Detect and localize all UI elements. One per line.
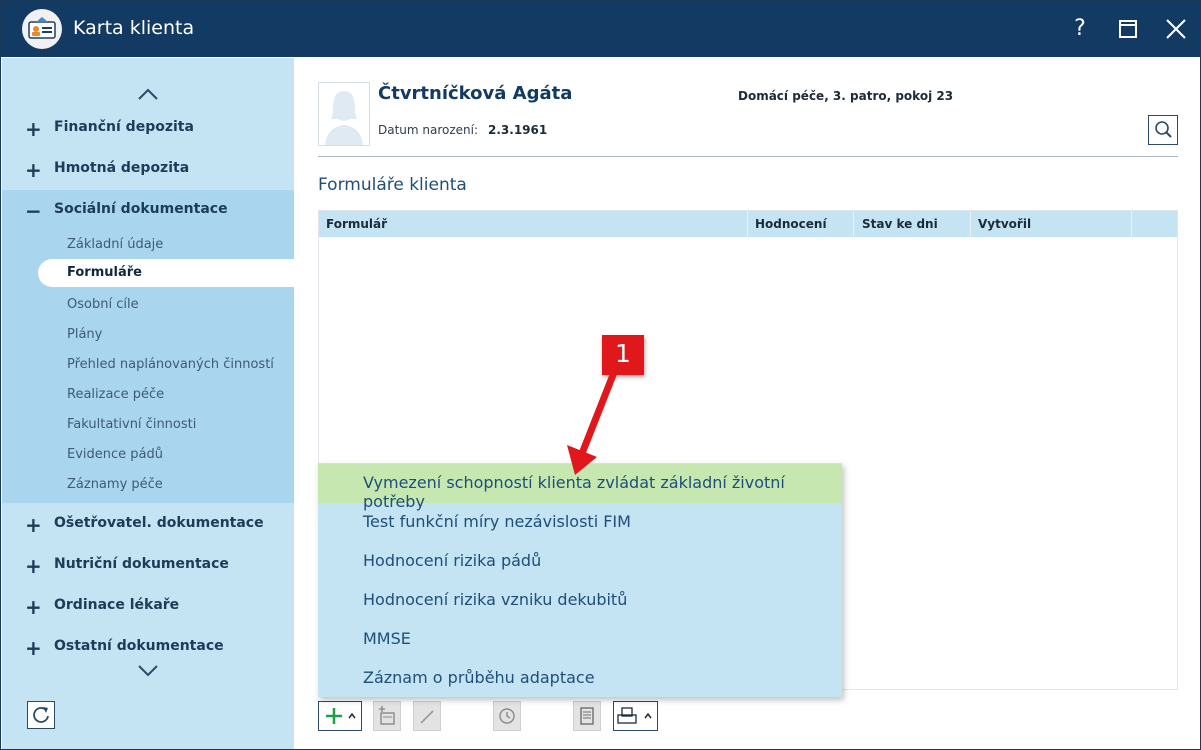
column-separator bbox=[1131, 211, 1132, 237]
column-header-formular[interactable]: Formulář bbox=[326, 217, 387, 231]
table-header: Formulář Hodnocení Stav ke dni Vytvořil bbox=[319, 211, 1177, 237]
title-bar: Karta klienta ? bbox=[1, 1, 1200, 57]
subitem-fakultativni-cinnosti[interactable]: Fakultativní činnosti bbox=[67, 417, 196, 432]
document-button[interactable] bbox=[573, 701, 601, 731]
sidebar-item-label: Nutriční dokumentace bbox=[54, 556, 229, 572]
step-callout: 1 bbox=[602, 335, 644, 375]
collapse-icon: − bbox=[25, 199, 42, 223]
app-logo-icon bbox=[22, 9, 62, 49]
sidebar-item-label: Hmotná depozita bbox=[54, 160, 190, 176]
edit-button[interactable] bbox=[413, 701, 441, 731]
menu-item-label: Záznam o průběhu adaptace bbox=[363, 668, 595, 687]
step-number: 1 bbox=[615, 339, 631, 368]
sidebar-item-label: Ošetřovatel. dokumentace bbox=[54, 515, 264, 531]
dob-label: Datum narození: bbox=[378, 123, 479, 137]
scroll-up-button[interactable] bbox=[136, 86, 160, 100]
subitem-plany[interactable]: Plány bbox=[67, 327, 102, 342]
pencil-icon bbox=[420, 710, 434, 724]
section-title: Formuláře klienta bbox=[318, 175, 467, 195]
scroll-down-button[interactable] bbox=[136, 663, 160, 677]
subitem-osobni-cile[interactable]: Osobní cíle bbox=[67, 297, 139, 312]
menu-item-label: Hodnocení rizika pádů bbox=[363, 551, 542, 570]
menu-item-label: MMSE bbox=[363, 629, 411, 648]
print-button[interactable] bbox=[613, 701, 658, 731]
refresh-icon bbox=[33, 707, 49, 723]
window-title: Karta klienta bbox=[73, 17, 195, 39]
chevron-down-icon bbox=[138, 665, 158, 677]
history-button[interactable] bbox=[493, 701, 521, 731]
expand-icon: + bbox=[25, 513, 42, 537]
sidebar: + Finanční depozita + Hmotná depozita − … bbox=[2, 58, 294, 749]
column-header-vytvoril[interactable]: Vytvořil bbox=[978, 217, 1031, 231]
add-form-button[interactable] bbox=[318, 701, 362, 731]
expand-icon: + bbox=[25, 636, 42, 660]
close-button[interactable] bbox=[1162, 15, 1190, 43]
column-separator bbox=[747, 211, 748, 237]
document-icon bbox=[580, 707, 594, 725]
expand-icon: + bbox=[25, 554, 42, 578]
subitem-zakladni-udaje[interactable]: Základní údaje bbox=[67, 237, 163, 252]
add-form-dropdown: Vymezení schopností klienta zvládat zákl… bbox=[318, 463, 842, 697]
sidebar-item-osetrovatel-dokumentace[interactable]: + Ošetřovatel. dokumentace bbox=[2, 504, 294, 544]
chevron-up-icon bbox=[138, 88, 158, 100]
maximize-button[interactable] bbox=[1114, 15, 1142, 43]
menu-item-riziko-dekubitu[interactable]: Hodnocení rizika vzniku dekubitů bbox=[318, 581, 842, 620]
maximize-icon bbox=[1119, 20, 1137, 38]
column-separator bbox=[853, 211, 854, 237]
subitem-prehled-cinnosti[interactable]: Přehled naplánovaných činností bbox=[67, 357, 274, 372]
menu-item-mmse[interactable]: MMSE bbox=[318, 620, 842, 659]
subitem-realizace-pece[interactable]: Realizace péče bbox=[67, 387, 164, 402]
sidebar-item-label: Ostatní dokumentace bbox=[54, 638, 224, 654]
header-divider bbox=[318, 156, 1178, 157]
client-location: Domácí péče, 3. patro, pokoj 23 bbox=[738, 89, 954, 103]
subitem-zaznamy-pece[interactable]: Záznamy péče bbox=[67, 477, 163, 492]
subitem-label: Formuláře bbox=[67, 265, 142, 280]
column-separator bbox=[970, 211, 971, 237]
close-icon bbox=[1166, 19, 1186, 39]
client-photo bbox=[318, 82, 370, 146]
subitem-formulare[interactable]: Formuláře bbox=[38, 259, 294, 287]
sidebar-item-socialni-dokumentace[interactable]: − Sociální dokumentace bbox=[2, 190, 294, 230]
history-icon bbox=[499, 708, 515, 724]
dob-value: 2.3.1961 bbox=[488, 123, 548, 137]
sidebar-item-financni-depozita[interactable]: + Finanční depozita bbox=[2, 108, 294, 148]
submenu-socialni-dokumentace: Základní údaje Formuláře Osobní cíle Plá… bbox=[2, 229, 294, 503]
sidebar-item-label: Ordinace lékaře bbox=[54, 597, 180, 613]
expand-icon: + bbox=[25, 158, 42, 182]
printer-dropdown-icon bbox=[617, 707, 652, 724]
expand-icon: + bbox=[25, 117, 42, 141]
sidebar-item-nutricni-dokumentace[interactable]: + Nutriční dokumentace bbox=[2, 545, 294, 585]
menu-item-label: Test funkční míry nezávislosti FIM bbox=[363, 512, 631, 531]
person-icon bbox=[325, 91, 363, 145]
annotation-arrow-icon bbox=[567, 371, 617, 475]
menu-item-riziko-padu[interactable]: Hodnocení rizika pádů bbox=[318, 542, 842, 581]
sidebar-item-label: Sociální dokumentace bbox=[54, 201, 228, 217]
column-header-stav[interactable]: Stav ke dni bbox=[862, 217, 938, 231]
sidebar-item-hmotna-depozita[interactable]: + Hmotná depozita bbox=[2, 149, 294, 189]
menu-item-zaznam-adaptace[interactable]: Záznam o průběhu adaptace bbox=[318, 659, 842, 698]
schedule-button[interactable] bbox=[373, 701, 401, 731]
menu-item-test-fim[interactable]: Test funkční míry nezávislosti FIM bbox=[318, 503, 842, 542]
search-icon bbox=[1155, 121, 1172, 138]
subitem-evidence-padu[interactable]: Evidence pádů bbox=[67, 447, 163, 462]
client-name: Čtvrtníčková Agáta bbox=[378, 83, 573, 104]
column-header-hodnoceni[interactable]: Hodnocení bbox=[755, 217, 827, 231]
sidebar-item-ostatni-dokumentace[interactable]: + Ostatní dokumentace bbox=[2, 627, 294, 667]
expand-icon: + bbox=[25, 595, 42, 619]
add-dropdown-icon bbox=[326, 708, 356, 724]
calendar-add-icon bbox=[379, 706, 395, 725]
sidebar-item-ordinace-lekare[interactable]: + Ordinace lékaře bbox=[2, 586, 294, 626]
help-button[interactable]: ? bbox=[1066, 15, 1094, 43]
refresh-button[interactable] bbox=[27, 701, 55, 729]
menu-item-label: Hodnocení rizika vzniku dekubitů bbox=[363, 590, 628, 609]
search-button[interactable] bbox=[1148, 115, 1178, 145]
sidebar-item-label: Finanční depozita bbox=[54, 119, 194, 135]
client-card-window: Karta klienta ? + Finanční depozita + Hm… bbox=[0, 0, 1201, 750]
